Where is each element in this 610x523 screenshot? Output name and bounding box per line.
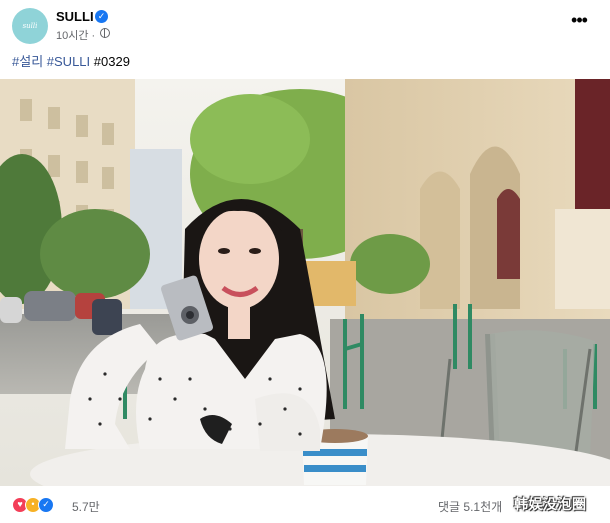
reaction-count[interactable]: 5.7만 xyxy=(72,498,100,515)
post-photo[interactable] xyxy=(0,79,610,486)
watermark: 韩娱没泡圈 xyxy=(514,496,587,512)
red-door xyxy=(497,189,520,279)
bush xyxy=(350,234,430,294)
like-icon: ✓ xyxy=(38,497,54,513)
post-timestamp[interactable]: 10시간 · xyxy=(56,27,95,43)
avatar-logo-text: sulli xyxy=(22,22,38,30)
tree-center-highlight xyxy=(190,94,310,184)
right-window-frame xyxy=(575,79,610,209)
hashtag-0329[interactable]: #0329 xyxy=(94,54,130,69)
hashtag-sulli-korean[interactable]: #설리 xyxy=(12,54,43,69)
tree-left-2 xyxy=(40,209,150,299)
author-name[interactable]: SULLI xyxy=(56,9,94,24)
verified-badge-icon: ✓ xyxy=(95,10,108,23)
post-footer: ♥ • ✓ 5.7만 댓글 5.1천개 韩娱没泡圈 xyxy=(0,486,610,523)
globe-icon xyxy=(100,28,110,38)
more-options-button[interactable]: ••• xyxy=(568,11,590,34)
neck xyxy=(228,304,250,339)
avatar[interactable]: sulli xyxy=(12,8,48,44)
arch-left xyxy=(420,171,460,309)
reaction-icons[interactable]: ♥ • ✓ xyxy=(12,497,54,513)
hashtag-sulli[interactable]: #SULLI xyxy=(47,54,90,69)
post-caption: #설리 #SULLI #0329 xyxy=(12,51,130,70)
post-header: sulli SULLI ✓ 10시간 · ••• xyxy=(0,0,610,48)
building-wall-light xyxy=(555,209,610,309)
photo-illustration xyxy=(0,79,610,486)
comment-count[interactable]: 댓글 5.1천개 xyxy=(438,498,502,515)
